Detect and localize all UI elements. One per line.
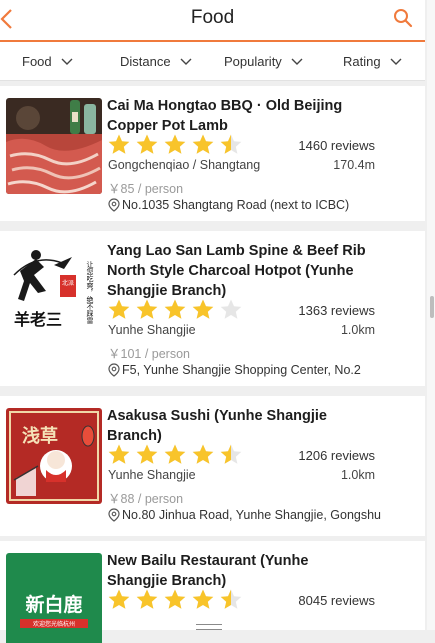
address-text: F5, Yunhe Shangjie Shopping Center, No.2 bbox=[122, 363, 361, 377]
restaurant-card[interactable]: 浅草 Asakusa Sushi (Yunhe Shangjie Branch)… bbox=[0, 396, 425, 536]
filter-label: Rating bbox=[343, 54, 381, 69]
address: No.1035 Shangtang Road (next to ICBC) bbox=[108, 198, 349, 212]
star-half-icon bbox=[220, 589, 242, 609]
business-area: Gongchenqiao / Shangtang bbox=[108, 158, 261, 172]
star-full-icon bbox=[136, 134, 158, 154]
business-area: Yunhe Shangjie bbox=[108, 468, 196, 482]
filter-label: Food bbox=[22, 54, 52, 69]
star-full-icon bbox=[136, 444, 158, 464]
rating-stars bbox=[107, 443, 247, 465]
star-full-icon bbox=[108, 134, 130, 154]
filter-label: Popularity bbox=[224, 54, 282, 69]
star-full-icon bbox=[192, 299, 214, 319]
star-full-icon bbox=[108, 589, 130, 609]
star-full-icon bbox=[136, 589, 158, 609]
star-full-icon bbox=[136, 299, 158, 319]
filter-rating-dropdown[interactable]: Rating bbox=[343, 54, 402, 69]
star-half-icon bbox=[220, 134, 242, 154]
top-nav-bar: Food bbox=[0, 0, 425, 42]
rating-stars bbox=[107, 133, 247, 155]
location-pin-icon bbox=[108, 198, 120, 212]
sign-text: 浅草 bbox=[22, 425, 58, 447]
location-pin-icon bbox=[108, 508, 120, 522]
page-title: Food bbox=[190, 7, 235, 28]
star-full-icon bbox=[108, 299, 130, 319]
chevron-down-icon bbox=[291, 58, 303, 65]
address: No.80 Jinhua Road, Yunhe Shangjie, Gongs… bbox=[108, 508, 381, 522]
restaurant-name[interactable]: New Bailu Restaurant (Yunhe Shangjie Bra… bbox=[107, 551, 367, 591]
filter-popularity-dropdown[interactable]: Popularity bbox=[224, 54, 303, 69]
distance: 1.0km bbox=[340, 323, 375, 337]
scrollbar[interactable] bbox=[427, 0, 435, 630]
business-area: Yunhe Shangjie bbox=[108, 323, 196, 337]
address-text: No.1035 Shangtang Road (next to ICBC) bbox=[122, 198, 350, 212]
restaurant-name[interactable]: Cai Ma Hongtao BBQ · Old Beijing Copper … bbox=[107, 96, 367, 136]
review-count: 1460 reviews bbox=[298, 138, 375, 153]
price-per-person: ￥85 / person bbox=[108, 182, 184, 196]
restaurant-card[interactable]: 新白鹿 欢迎您光临杭州 New Bailu Restaurant (Yunhe … bbox=[0, 541, 425, 643]
star-full-icon bbox=[192, 134, 214, 154]
star-full-icon bbox=[192, 444, 214, 464]
filter-food-dropdown[interactable]: Food bbox=[22, 54, 73, 69]
restaurant-card[interactable]: 北派 羊老三 让您吃爽，绝不踩雷 Yang Lao San Lamb Spine… bbox=[0, 231, 425, 386]
star-full-icon bbox=[164, 134, 186, 154]
chevron-down-icon bbox=[390, 58, 402, 65]
price-per-person: ￥88 / person bbox=[108, 492, 184, 506]
review-count: 1363 reviews bbox=[298, 303, 375, 318]
star-full-icon bbox=[192, 589, 214, 609]
location-pin-icon bbox=[108, 363, 120, 377]
star-full-icon bbox=[164, 444, 186, 464]
bottom-drag-handle[interactable] bbox=[196, 624, 222, 630]
restaurant-name[interactable]: Yang Lao San Lamb Spine & Beef Rib North… bbox=[107, 241, 367, 301]
address: F5, Yunhe Shangjie Shopping Center, No.2 bbox=[108, 363, 361, 377]
star-full-icon bbox=[108, 444, 130, 464]
price-per-person: ￥101 / person bbox=[108, 347, 190, 361]
search-icon[interactable] bbox=[393, 8, 413, 28]
restaurant-photo: 北派 羊老三 让您吃爽，绝不踩雷 bbox=[6, 241, 102, 337]
star-full-icon bbox=[164, 299, 186, 319]
distance: 1.0km bbox=[340, 468, 375, 482]
filter-distance-dropdown[interactable]: Distance bbox=[120, 54, 192, 69]
rating-stars bbox=[107, 298, 247, 320]
star-half-icon bbox=[220, 444, 242, 464]
restaurant-photo: 浅草 bbox=[6, 408, 102, 504]
star-full-icon bbox=[164, 589, 186, 609]
brand-logo-text: 羊老三 bbox=[14, 310, 62, 329]
filter-label: Distance bbox=[120, 54, 171, 69]
distance: 170.4m bbox=[333, 158, 375, 172]
restaurant-photo bbox=[6, 98, 102, 194]
chevron-down-icon bbox=[61, 58, 73, 65]
brand-logo-text: 新白鹿 bbox=[25, 593, 82, 616]
filter-bar: Food Distance Popularity Rating bbox=[0, 42, 425, 81]
restaurant-name[interactable]: Asakusa Sushi (Yunhe Shangjie Branch) bbox=[107, 406, 367, 446]
seal-text: 北派 bbox=[62, 279, 74, 287]
review-count: 1206 reviews bbox=[298, 448, 375, 463]
slogan-text: 让您吃爽，绝不踩雷 bbox=[86, 260, 94, 325]
star-empty-icon bbox=[220, 299, 242, 319]
brand-subtitle: 欢迎您光临杭州 bbox=[33, 620, 75, 628]
rating-stars bbox=[107, 588, 247, 610]
review-count: 8045 reviews bbox=[298, 593, 375, 608]
chevron-down-icon bbox=[180, 58, 192, 65]
address-text: No.80 Jinhua Road, Yunhe Shangjie, Gongs… bbox=[122, 508, 381, 522]
scrollbar-thumb[interactable] bbox=[430, 296, 434, 318]
restaurant-card[interactable]: Cai Ma Hongtao BBQ · Old Beijing Copper … bbox=[0, 86, 425, 221]
